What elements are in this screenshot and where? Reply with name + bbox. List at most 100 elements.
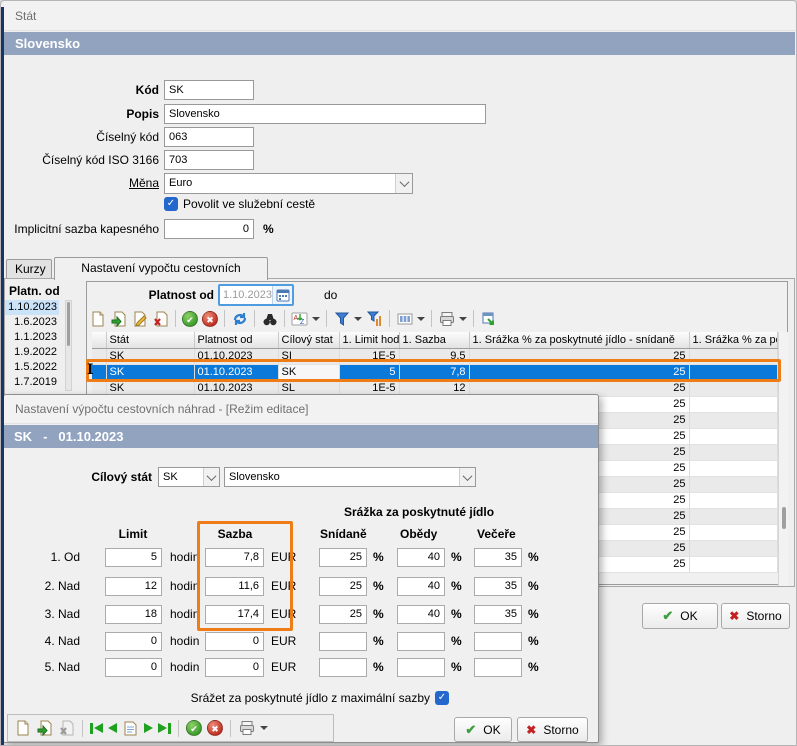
- vecere-field[interactable]: 35: [474, 605, 522, 624]
- cancel-icon[interactable]: ✖: [202, 311, 218, 327]
- povolit-checkbox[interactable]: ✓: [164, 197, 178, 211]
- first-record-icon[interactable]: [90, 723, 103, 734]
- ciselny-kod-field[interactable]: 063: [164, 127, 254, 147]
- dialog-storno-button[interactable]: ✖ Storno: [517, 717, 588, 742]
- confirm-icon[interactable]: ✔: [182, 311, 198, 327]
- next-record-icon[interactable]: [144, 723, 153, 733]
- dialog-ok-button[interactable]: ✔ OK: [454, 717, 512, 742]
- table-scrollbar[interactable]: [778, 332, 788, 586]
- limit-field[interactable]: 12: [105, 577, 162, 596]
- chevron-down-icon[interactable]: [395, 174, 412, 193]
- new-record-icon[interactable]: [14, 720, 31, 737]
- col-srazka-2[interactable]: 1. Srážka % za pos: [689, 332, 777, 348]
- record-header: Slovensko: [4, 32, 795, 55]
- vecere-field[interactable]: 35: [474, 577, 522, 596]
- mena-combobox[interactable]: Euro: [164, 173, 413, 194]
- record-list-icon[interactable]: [122, 720, 139, 737]
- filter-dropdown-caret[interactable]: [354, 317, 362, 321]
- print-icon[interactable]: [238, 720, 255, 737]
- cilovy-stat-name-combobox[interactable]: Slovensko: [224, 467, 476, 487]
- limit-field[interactable]: 0: [105, 632, 162, 651]
- delete-record-icon[interactable]: [152, 310, 169, 327]
- copy-record-icon[interactable]: [36, 720, 53, 737]
- cilovy-stat-code-combobox[interactable]: SK: [158, 467, 220, 487]
- sazba-field[interactable]: 17,4: [205, 605, 264, 624]
- sort-az-icon[interactable]: AZ: [291, 310, 308, 327]
- col-stat[interactable]: Stát: [106, 332, 194, 348]
- platnost-od-value[interactable]: 1.10.2023: [220, 286, 272, 304]
- search-binoculars-icon[interactable]: [261, 310, 278, 327]
- ok-button[interactable]: ✔ OK: [642, 603, 718, 629]
- col-sazba[interactable]: 1. Sazba: [399, 332, 469, 348]
- list-scrollbar-thumb[interactable]: [67, 302, 70, 346]
- vecere-field[interactable]: [474, 632, 522, 651]
- edit-record-icon[interactable]: [131, 310, 148, 327]
- snidane-field[interactable]: 25: [319, 548, 367, 567]
- list-scrollbar[interactable]: [65, 300, 72, 391]
- filter-icon[interactable]: [333, 310, 350, 327]
- col-limit-hodin[interactable]: 1. Limit hodin: [339, 332, 399, 348]
- print-dropdown-caret[interactable]: [459, 317, 467, 321]
- list-item[interactable]: 1.10.2023: [5, 300, 59, 315]
- refresh-icon[interactable]: [231, 310, 248, 327]
- list-item[interactable]: 1.1.2023: [5, 330, 59, 345]
- chevron-down-icon[interactable]: [459, 468, 475, 486]
- kapesne-field[interactable]: 0: [164, 219, 254, 239]
- kod-field[interactable]: SK: [164, 80, 254, 100]
- srazet-checkbox[interactable]: ✓: [435, 691, 449, 705]
- filter-chart-icon[interactable]: [366, 310, 383, 327]
- limit-field[interactable]: 0: [105, 658, 162, 677]
- obedy-field[interactable]: [397, 632, 445, 651]
- table-row[interactable]: SK 01.10.2023 SI 1E-5 9,5 25: [92, 348, 777, 364]
- last-record-icon[interactable]: [158, 723, 171, 734]
- list-item[interactable]: 1.5.2022: [5, 360, 59, 375]
- limit-field[interactable]: 5: [105, 548, 162, 567]
- snidane-field[interactable]: [319, 658, 367, 677]
- print-dropdown-caret[interactable]: [260, 726, 268, 730]
- obedy-field[interactable]: 40: [397, 577, 445, 596]
- copy-record-icon[interactable]: [110, 310, 127, 327]
- chevron-down-icon[interactable]: [203, 468, 219, 486]
- table-scrollbar-thumb[interactable]: [782, 507, 786, 529]
- col-srazka-snidane[interactable]: 1. Srážka % za poskytnuté jídlo - snídan…: [469, 332, 689, 348]
- new-record-icon[interactable]: [89, 310, 106, 327]
- calendar-icon[interactable]: [272, 286, 292, 304]
- limit-field[interactable]: 18: [105, 605, 162, 624]
- snidane-field[interactable]: 25: [319, 577, 367, 596]
- tab-kurzy[interactable]: Kurzy: [6, 259, 52, 278]
- cancel-icon[interactable]: ✖: [207, 720, 223, 736]
- export-icon[interactable]: [480, 310, 497, 327]
- sort-dropdown-caret[interactable]: [312, 317, 320, 321]
- col-platnost-od[interactable]: Platnost od: [194, 332, 278, 348]
- list-item[interactable]: 1.6.2023: [5, 315, 59, 330]
- snidane-field[interactable]: 25: [319, 605, 367, 624]
- platnost-od-datebox[interactable]: 1.10.2023: [218, 284, 294, 306]
- storno-button[interactable]: ✖ Storno: [721, 603, 790, 629]
- obedy-field[interactable]: 40: [397, 605, 445, 624]
- vecere-field[interactable]: 35: [474, 548, 522, 567]
- list-item[interactable]: 1.9.2022: [5, 345, 59, 360]
- vecere-field[interactable]: [474, 658, 522, 677]
- cilovy-stat-label: Cílový stát: [4, 467, 152, 487]
- sazba-field[interactable]: 11,6: [205, 577, 264, 596]
- confirm-icon[interactable]: ✔: [186, 720, 202, 736]
- sazba-field[interactable]: 0: [205, 632, 264, 651]
- obedy-field[interactable]: 40: [397, 548, 445, 567]
- col-cilovy-stat[interactable]: Cílový stat: [278, 332, 339, 348]
- sazba-field[interactable]: 7,8: [205, 548, 264, 567]
- mena-label[interactable]: Měna: [1, 173, 159, 193]
- sazba-field[interactable]: 0: [205, 658, 264, 677]
- table-row-selected[interactable]: SK 01.10.2023 SK 5 7,8 25: [92, 364, 777, 380]
- print-icon[interactable]: [438, 310, 455, 327]
- columns-icon[interactable]: [396, 310, 413, 327]
- previous-record-icon[interactable]: [108, 723, 117, 733]
- row-label: 4. Nad: [4, 632, 80, 651]
- columns-dropdown-caret[interactable]: [417, 317, 425, 321]
- snidane-field[interactable]: [319, 632, 367, 651]
- obedy-field[interactable]: [397, 658, 445, 677]
- col-marker[interactable]: [92, 332, 106, 348]
- popis-field[interactable]: Slovensko: [164, 104, 486, 124]
- iso-field[interactable]: 703: [164, 150, 254, 170]
- list-item[interactable]: 1.7.2019: [5, 375, 59, 390]
- tab-nastaveni-nahrad[interactable]: Nastavení vypočtu cestovních náhrad: [54, 257, 268, 280]
